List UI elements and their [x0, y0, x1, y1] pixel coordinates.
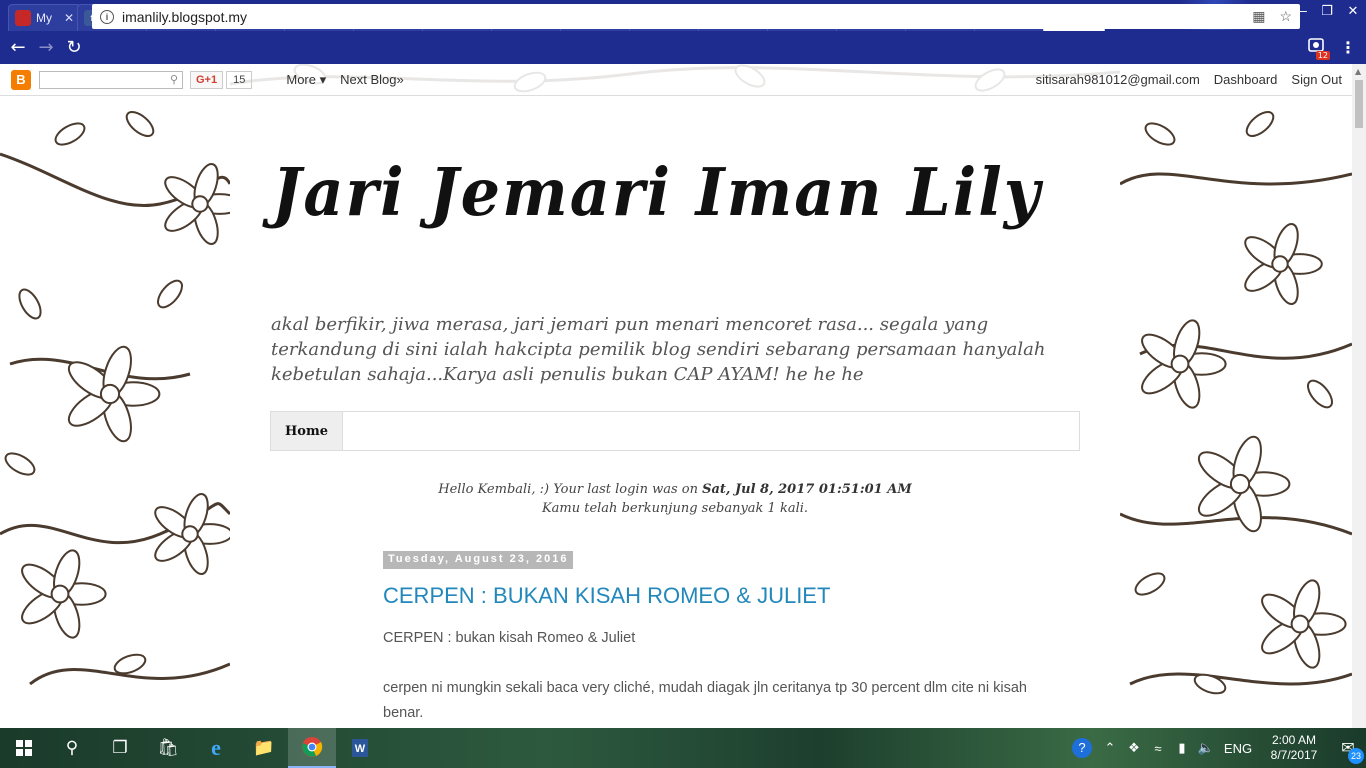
- action-center-icon[interactable]: ✉ 23: [1330, 738, 1366, 764]
- gplus-count: 15: [226, 70, 253, 89]
- post-title[interactable]: CERPEN : BUKAN KISAH ROMEO & JULIET: [383, 583, 830, 609]
- store-icon[interactable]: 🛍: [144, 728, 192, 768]
- clock-time: 2:00 AM: [1271, 733, 1317, 747]
- more-menu[interactable]: More ▾: [286, 72, 326, 88]
- browser-toolbar: ← → ↻: [0, 31, 1366, 64]
- file-explorer-icon[interactable]: 📁: [240, 728, 288, 768]
- url-text: imanlily.blogspot.my: [122, 8, 248, 25]
- reload-button[interactable]: ↻: [60, 34, 88, 62]
- notification-count: 23: [1348, 748, 1364, 764]
- clock[interactable]: 2:00 AM 8/7/2017: [1258, 733, 1330, 763]
- greeting-widget: Hello Kembali, :) Your last login was on…: [230, 480, 1120, 518]
- blogger-logo-icon[interactable]: B: [11, 69, 31, 90]
- search-icon[interactable]: ⚲: [170, 73, 178, 86]
- wifi-icon[interactable]: ≈: [1146, 741, 1170, 756]
- search-icon[interactable]: ⚲: [48, 728, 96, 768]
- post-paragraph: cerpen ni mungkin sekali baca very clich…: [383, 680, 1027, 721]
- close-window-icon[interactable]: ✕: [1340, 0, 1366, 22]
- scroll-up-icon[interactable]: ▲: [1355, 67, 1361, 76]
- blog-description: akal berfikir, jiwa merasa, jari jemari …: [271, 314, 1046, 385]
- last-login-date: Sat, Jul 8, 2017 01:51:01 AM: [702, 482, 912, 497]
- blogger-navbar: B ⚲ G+1 15 More ▾ Next Blog» sitisarah98…: [0, 64, 1352, 96]
- restore-icon[interactable]: ❐: [1314, 0, 1340, 22]
- chevron-up-icon[interactable]: ⌃: [1098, 740, 1122, 756]
- browser-tab-title: My: [36, 11, 52, 25]
- windows-taskbar: ⚲ ❐ 🛍 e 📁 W ? ⌃ ❖ ≈ ▮ 🔈 ENG 2:00 AM 8/7/…: [0, 728, 1366, 768]
- floral-pattern-left: [0, 111, 230, 686]
- clock-date: 8/7/2017: [1270, 748, 1318, 762]
- gplus-button[interactable]: G+1: [190, 70, 224, 89]
- page-tabs-bar: Home: [270, 411, 1080, 451]
- translate-icon[interactable]: ▦: [1252, 8, 1265, 25]
- language-indicator[interactable]: ENG: [1218, 741, 1258, 756]
- blog-search-input[interactable]: ⚲: [39, 70, 183, 89]
- battery-icon[interactable]: ▮: [1170, 740, 1194, 756]
- sign-out-link[interactable]: Sign Out: [1291, 72, 1342, 87]
- volume-icon[interactable]: 🔈: [1194, 740, 1218, 756]
- bookmark-star-icon[interactable]: ☆: [1279, 8, 1292, 25]
- help-icon[interactable]: ?: [1072, 738, 1092, 758]
- next-blog-link[interactable]: Next Blog»: [340, 72, 404, 87]
- dropbox-icon[interactable]: ❖: [1122, 740, 1146, 756]
- page-scrollbar[interactable]: ▲: [1352, 64, 1366, 728]
- back-button[interactable]: ←: [4, 34, 32, 62]
- scrollbar-thumb[interactable]: [1355, 80, 1363, 128]
- close-tab-icon[interactable]: ✕: [64, 11, 74, 25]
- tab-home[interactable]: Home: [271, 412, 343, 450]
- recorder-icon: [15, 10, 31, 26]
- visit-count-text: Kamu telah berkunjung sebanyak 1 kali.: [541, 501, 809, 516]
- address-bar[interactable]: i imanlily.blogspot.my ▦ ☆: [92, 4, 1300, 29]
- browser-tab[interactable]: My ✕: [8, 4, 81, 31]
- word-icon[interactable]: W: [336, 728, 384, 768]
- site-info-icon[interactable]: i: [100, 9, 114, 24]
- svg-text:W: W: [355, 743, 366, 755]
- start-button[interactable]: [0, 728, 48, 768]
- system-tray: ? ⌃ ❖ ≈ ▮ 🔈 ENG 2:00 AM 8/7/2017 ✉ 23: [1072, 728, 1366, 768]
- extension-icon[interactable]: 12: [1306, 36, 1330, 60]
- dashboard-link[interactable]: Dashboard: [1214, 72, 1278, 87]
- blog-content: Jari Jemari Iman Lily akal berfikir, jiw…: [230, 96, 1120, 728]
- post-paragraph: CERPEN : bukan kisah Romeo & Juliet: [383, 630, 636, 646]
- edge-icon[interactable]: e: [192, 728, 240, 768]
- blog-title[interactable]: Jari Jemari Iman Lily: [272, 154, 1042, 231]
- user-email[interactable]: sitisarah981012@gmail.com: [1036, 72, 1200, 87]
- extension-badge: 12: [1315, 51, 1330, 60]
- forward-button[interactable]: →: [32, 34, 60, 62]
- chrome-menu-icon[interactable]: ⋮: [1340, 38, 1356, 57]
- greeting-prefix: Hello Kembali, :) Your last login was on: [438, 482, 703, 497]
- chrome-taskbar-icon[interactable]: [288, 728, 336, 768]
- floral-pattern-right: [1120, 111, 1352, 695]
- post-date-header: Tuesday, August 23, 2016: [383, 551, 574, 569]
- task-view-icon[interactable]: ❐: [96, 728, 144, 768]
